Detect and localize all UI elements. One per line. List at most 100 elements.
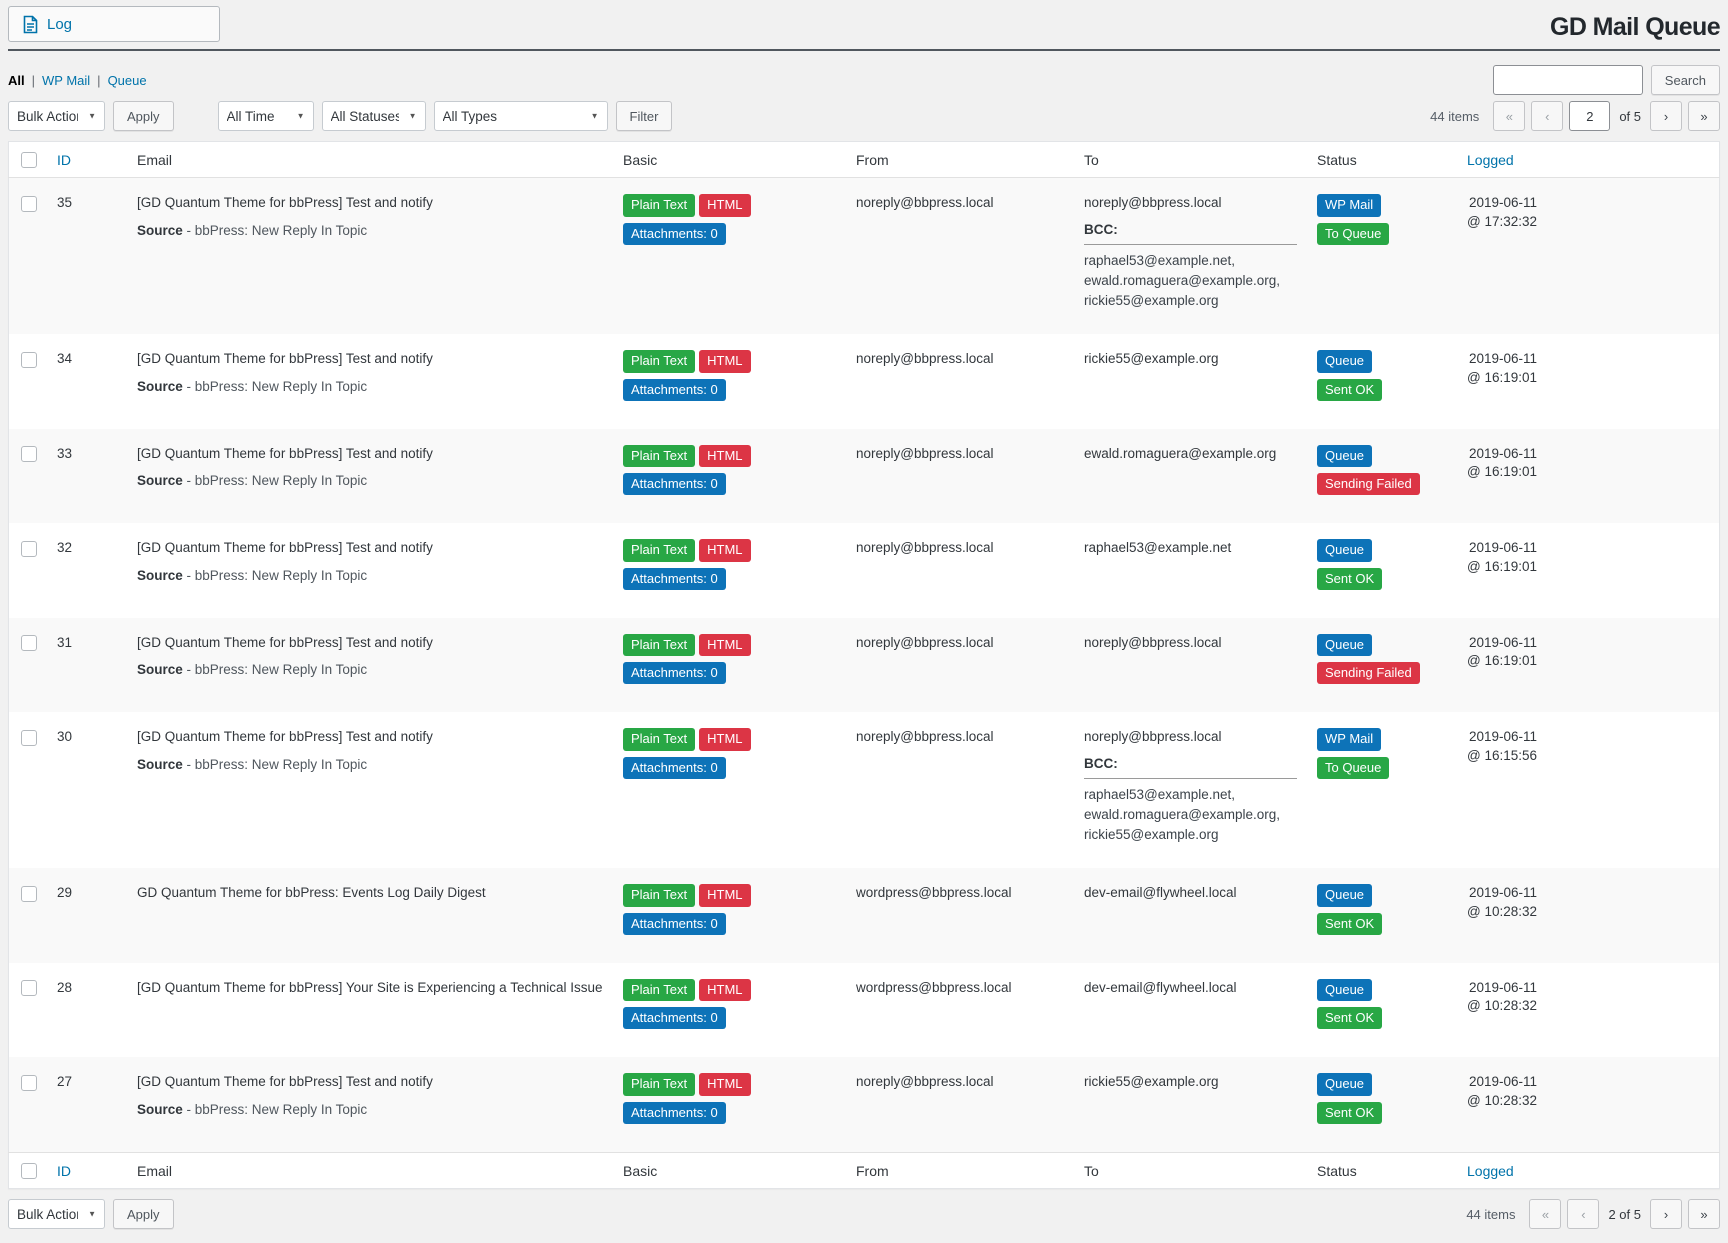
last-page-button[interactable]: » bbox=[1688, 101, 1720, 131]
sort-link-id[interactable]: ID bbox=[57, 1163, 71, 1179]
status-cell: WP Mail To Queue bbox=[1307, 712, 1457, 868]
search-input[interactable] bbox=[1493, 65, 1643, 95]
sort-link-logged[interactable]: Logged bbox=[1467, 152, 1514, 168]
status-badge: Sending Failed bbox=[1317, 662, 1420, 684]
row-checkbox-cell bbox=[9, 963, 48, 1058]
column-header-status: Status bbox=[1307, 142, 1457, 178]
basic-badge: Plain Text bbox=[623, 194, 695, 216]
status-badge: Queue bbox=[1317, 539, 1372, 561]
status-cell: Queue Sending Failed bbox=[1307, 429, 1457, 524]
id-cell: 35 bbox=[47, 178, 127, 335]
type-filter-select[interactable]: All Types bbox=[434, 101, 608, 131]
row-checkbox[interactable] bbox=[21, 980, 37, 996]
time-filter-select[interactable]: All Time bbox=[218, 101, 314, 131]
pagination-bottom: 44 items « ‹ 2 of 5 › » bbox=[1466, 1199, 1720, 1229]
logged-time: @ 10:28:32 bbox=[1467, 903, 1537, 921]
column-header-logged: Logged bbox=[1457, 1152, 1720, 1188]
status-badge: Queue bbox=[1317, 979, 1372, 1001]
logged-date: 2019-06-11 bbox=[1467, 884, 1537, 902]
logged-time: @ 16:19:01 bbox=[1467, 558, 1537, 576]
row-checkbox[interactable] bbox=[21, 541, 37, 557]
row-checkbox[interactable] bbox=[21, 196, 37, 212]
table-row: 35[GD Quantum Theme for bbPress] Test an… bbox=[9, 178, 1720, 335]
view-wp-mail-link[interactable]: WP Mail bbox=[42, 73, 90, 88]
column-header-to: To bbox=[1074, 142, 1307, 178]
email-source: Source - bbPress: New Reply In Topic bbox=[137, 567, 603, 585]
first-page-button-bottom[interactable]: « bbox=[1529, 1199, 1561, 1229]
basic-badge: HTML bbox=[699, 634, 750, 656]
logged-cell: 2019-06-11@ 16:19:01 bbox=[1457, 618, 1720, 713]
table-body: 35[GD Quantum Theme for bbPress] Test an… bbox=[9, 178, 1720, 1153]
next-page-button[interactable]: › bbox=[1650, 101, 1682, 131]
logged-date: 2019-06-11 bbox=[1467, 350, 1537, 368]
basic-badge: HTML bbox=[699, 445, 750, 467]
email-subject: [GD Quantum Theme for bbPress] Test and … bbox=[137, 634, 603, 652]
status-badge: Queue bbox=[1317, 1073, 1372, 1095]
time-filter-wrap: All Time bbox=[218, 101, 314, 131]
search-button[interactable]: Search bbox=[1651, 65, 1720, 95]
row-checkbox[interactable] bbox=[21, 730, 37, 746]
view-queue-link[interactable]: Queue bbox=[108, 73, 147, 88]
to-address: dev-email@flywheel.local bbox=[1084, 979, 1297, 997]
bulk-actions-select[interactable]: Bulk Actions bbox=[8, 101, 105, 131]
sort-link-id[interactable]: ID bbox=[57, 152, 71, 168]
logged-date: 2019-06-11 bbox=[1467, 979, 1537, 997]
status-badge: Queue bbox=[1317, 445, 1372, 467]
column-label: Email bbox=[137, 152, 172, 168]
apply-button-bottom[interactable]: Apply bbox=[113, 1199, 174, 1229]
to-cell: noreply@bbpress.localBCC:raphael53@examp… bbox=[1074, 712, 1307, 868]
apply-button[interactable]: Apply bbox=[113, 101, 174, 131]
source-separator: - bbox=[183, 473, 195, 488]
to-address: ewald.romaguera@example.org bbox=[1084, 445, 1297, 463]
email-cell: [GD Quantum Theme for bbPress] Test and … bbox=[127, 523, 613, 618]
last-page-button-bottom[interactable]: » bbox=[1688, 1199, 1720, 1229]
basic-cell: Plain TextHTMLAttachments: 0 bbox=[613, 334, 846, 429]
first-page-button[interactable]: « bbox=[1493, 101, 1525, 131]
bulk-actions-group-bottom: Bulk Actions Apply bbox=[8, 1199, 174, 1229]
logged-cell: 2019-06-11@ 16:15:56 bbox=[1457, 712, 1720, 868]
basic-badge: Plain Text bbox=[623, 1073, 695, 1095]
status-filter-select[interactable]: All Statuses bbox=[322, 101, 426, 131]
page-header: Log GD Mail Queue bbox=[8, 0, 1720, 51]
bulk-actions-select-bottom[interactable]: Bulk Actions bbox=[8, 1199, 105, 1229]
tab-log[interactable]: Log bbox=[8, 6, 220, 42]
bcc-label: BCC: bbox=[1084, 221, 1297, 245]
prev-page-button[interactable]: ‹ bbox=[1531, 101, 1563, 131]
table-header: IDEmailBasicFromToStatusLogged bbox=[9, 142, 1720, 178]
email-subject: [GD Quantum Theme for bbPress] Test and … bbox=[137, 539, 603, 557]
select-all-checkbox[interactable] bbox=[21, 152, 37, 168]
row-checkbox[interactable] bbox=[21, 446, 37, 462]
status-cell: Queue Sent OK bbox=[1307, 523, 1457, 618]
column-header-email: Email bbox=[127, 1152, 613, 1188]
column-header-basic: Basic bbox=[613, 1152, 846, 1188]
filter-button[interactable]: Filter bbox=[616, 101, 673, 131]
email-cell: [GD Quantum Theme for bbPress] Test and … bbox=[127, 178, 613, 335]
bcc-block: BCC:raphael53@example.net,ewald.romaguer… bbox=[1084, 755, 1297, 845]
from-cell: noreply@bbpress.local bbox=[846, 429, 1074, 524]
select-all-checkbox[interactable] bbox=[21, 1163, 37, 1179]
row-checkbox[interactable] bbox=[21, 1075, 37, 1091]
next-page-button-bottom[interactable]: › bbox=[1650, 1199, 1682, 1229]
bcc-address: ewald.romaguera@example.org, bbox=[1084, 806, 1297, 824]
view-separator: | bbox=[97, 73, 100, 88]
sort-link-logged[interactable]: Logged bbox=[1467, 1163, 1514, 1179]
basic-cell: Plain TextHTMLAttachments: 0 bbox=[613, 963, 846, 1058]
bulk-actions-select-wrap-bottom: Bulk Actions bbox=[8, 1199, 105, 1229]
email-subject: [GD Quantum Theme for bbPress] Test and … bbox=[137, 728, 603, 746]
basic-cell: Plain TextHTMLAttachments: 0 bbox=[613, 868, 846, 963]
total-pages-label: of 5 bbox=[1619, 109, 1641, 124]
column-header-to: To bbox=[1074, 1152, 1307, 1188]
id-cell: 30 bbox=[47, 712, 127, 868]
bcc-address: raphael53@example.net, bbox=[1084, 786, 1297, 804]
row-checkbox[interactable] bbox=[21, 886, 37, 902]
status-badge: Sent OK bbox=[1317, 379, 1382, 401]
row-checkbox[interactable] bbox=[21, 635, 37, 651]
basic-badge: Attachments: 0 bbox=[623, 662, 726, 684]
source-value: bbPress: New Reply In Topic bbox=[195, 1102, 367, 1117]
email-cell: GD Quantum Theme for bbPress: Events Log… bbox=[127, 868, 613, 963]
prev-page-button-bottom[interactable]: ‹ bbox=[1567, 1199, 1599, 1229]
row-checkbox[interactable] bbox=[21, 352, 37, 368]
view-all-link[interactable]: All bbox=[8, 73, 25, 88]
current-page-input[interactable] bbox=[1569, 101, 1610, 131]
basic-badge: Plain Text bbox=[623, 979, 695, 1001]
